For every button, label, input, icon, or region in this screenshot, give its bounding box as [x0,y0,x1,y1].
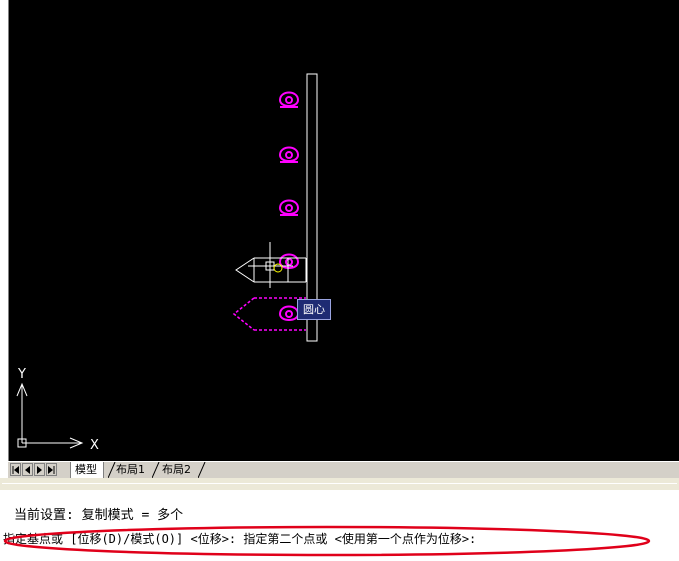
model-space-canvas[interactable]: Y X 圆心 [8,0,679,461]
crosshair-cursor [248,242,293,288]
prev-layout-icon[interactable] [22,463,33,476]
tab-layout2[interactable]: 布局2 [158,462,197,478]
last-layout-icon[interactable] [46,463,57,476]
ucs-icon [16,382,84,449]
layout-tab-bar: 模型 布局1 布局2 [8,461,679,479]
next-layout-icon[interactable] [34,463,45,476]
tab-model[interactable]: 模型 [70,462,104,478]
tab-layout1[interactable]: 布局1 [112,462,151,478]
osnap-tooltip: 圆心 [297,299,331,320]
command-window[interactable]: 当前设置: 复制模式 = 多个 指定基点或 [位移(D)/模式(O)] <位移>… [0,490,679,561]
left-frame-border [0,0,9,478]
bolt-symbol-5[interactable] [278,305,300,321]
tab-separator [198,462,206,478]
bolt-symbol-3[interactable] [278,199,300,216]
bolt-symbol-2[interactable] [278,146,300,163]
center-snap-marker [273,263,283,273]
copy-ghost-preview [232,297,306,331]
splitter-line [2,483,677,484]
ucs-x-label: X [90,438,99,453]
red-annotation-ellipse [3,525,651,557]
drawing-svg: Y X [16,73,318,453]
bolt-symbol-1[interactable] [278,91,300,108]
first-layout-icon[interactable] [10,463,21,476]
ucs-y-label: Y [17,367,26,382]
